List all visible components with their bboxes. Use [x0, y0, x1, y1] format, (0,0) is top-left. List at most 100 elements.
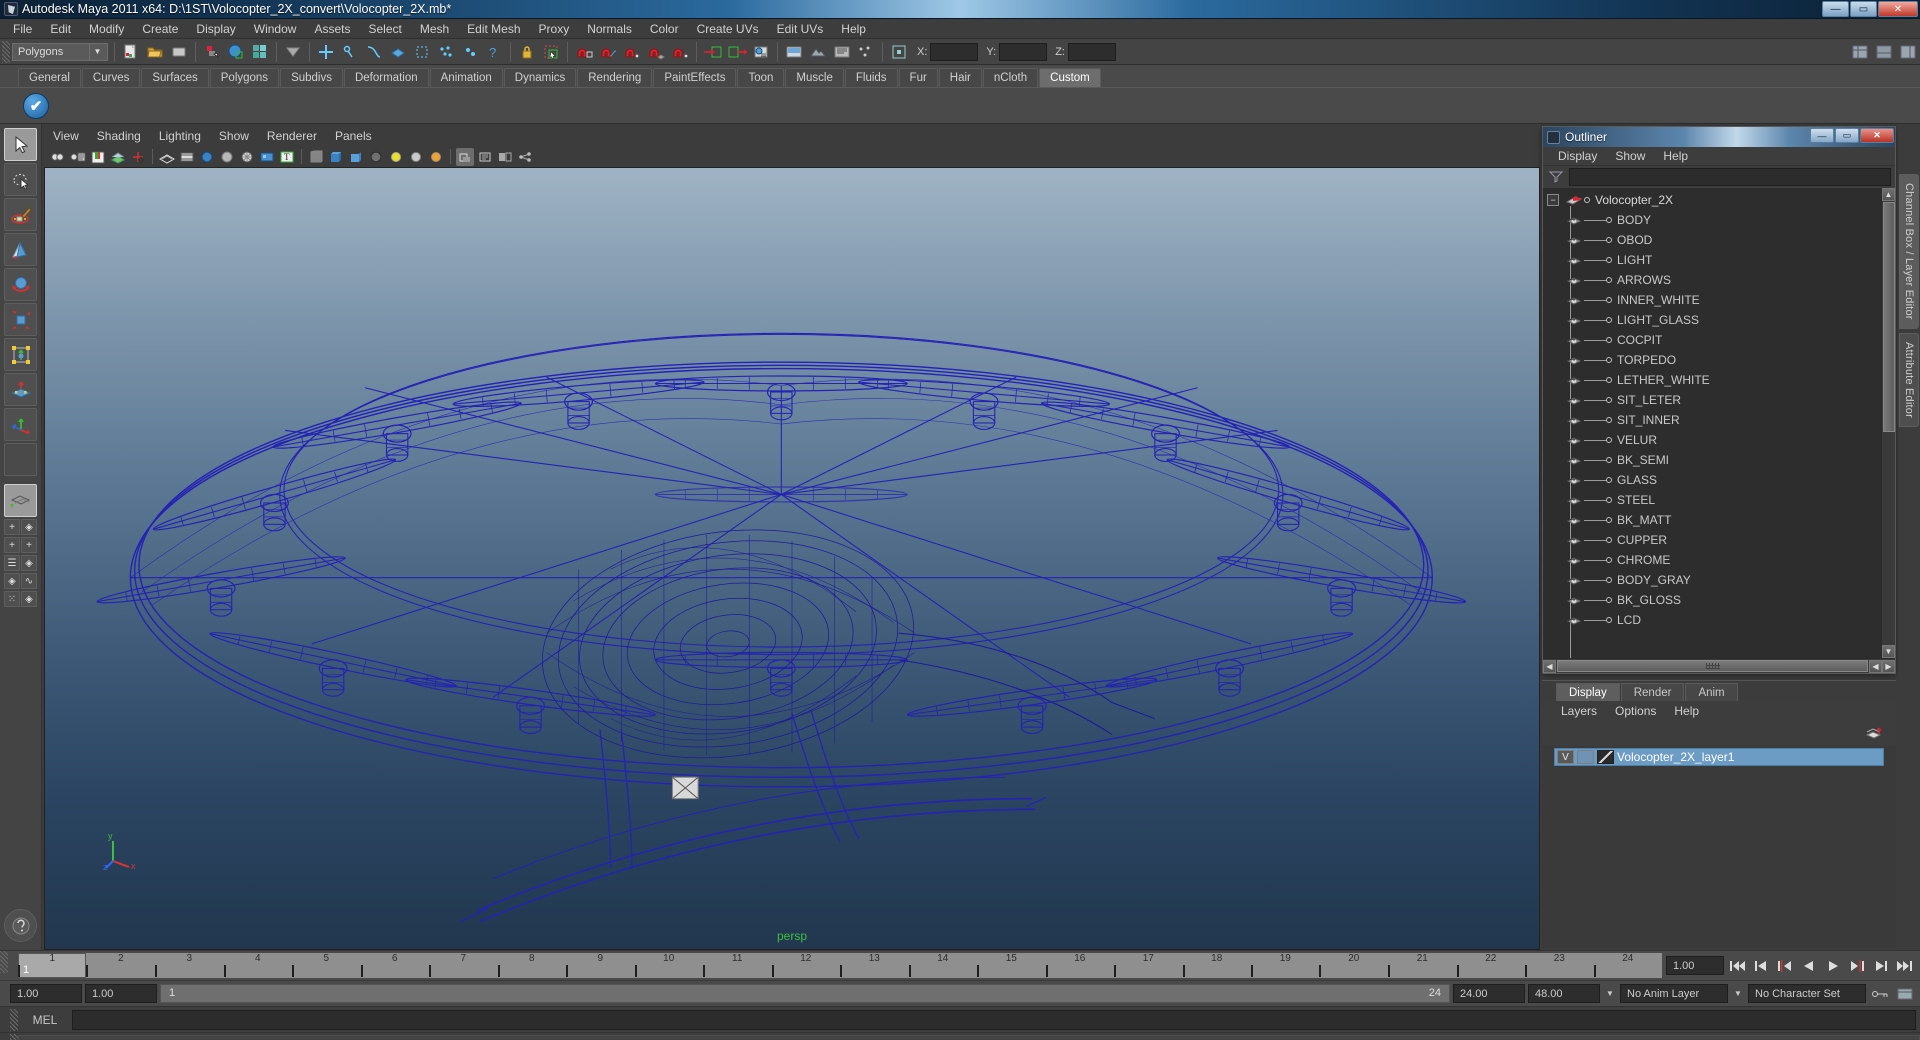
scroll-right-button[interactable]: ◀: [1869, 659, 1882, 673]
chevron-down-icon-2[interactable]: ▼: [1731, 984, 1745, 1003]
outliner-vertical-scrollbar[interactable]: ▲ ▼: [1881, 188, 1895, 658]
layer-menu-options[interactable]: Options: [1606, 704, 1665, 718]
layout-cell[interactable]: ⁙: [4, 591, 20, 607]
shelf-tab-hair[interactable]: Hair: [938, 68, 982, 87]
light-toggle-icon[interactable]: [387, 148, 405, 166]
layout-cell[interactable]: ◈: [4, 573, 20, 589]
hypershade-persp-layout[interactable]: ⁙ ◈: [4, 591, 37, 607]
character-set-field[interactable]: No Character Set: [1748, 984, 1866, 1003]
2d-pan-zoom-icon[interactable]: [129, 148, 147, 166]
x-coordinate-input[interactable]: [930, 42, 979, 61]
select-camera-icon[interactable]: [49, 148, 67, 166]
layer-editor-tab-anim[interactable]: Anim: [1685, 683, 1738, 701]
render-current-frame-icon[interactable]: [783, 41, 805, 63]
menu-item-proxy[interactable]: Proxy: [530, 19, 579, 39]
save-scene-icon[interactable]: [168, 41, 190, 63]
universal-manipulator-tool[interactable]: [4, 338, 37, 371]
select-by-hierarchy-icon[interactable]: [282, 41, 304, 63]
snap-view-plane-icon[interactable]: [645, 41, 667, 63]
outliner-window-controls[interactable]: — ▭ ✕: [1810, 128, 1894, 143]
shelf-tab-curves[interactable]: Curves: [81, 68, 141, 87]
new-scene-icon[interactable]: [120, 41, 142, 63]
range-slider[interactable]: 1 24: [160, 984, 1450, 1003]
y-coordinate-input[interactable]: [999, 42, 1048, 61]
scroll-left-button[interactable]: ◀: [1543, 659, 1556, 673]
four-view-layout[interactable]: + ◈: [4, 519, 37, 535]
shelf-tab-animation[interactable]: Animation: [429, 68, 503, 87]
filter-icon[interactable]: [1547, 169, 1565, 186]
range-end-field[interactable]: 24.00: [1453, 984, 1525, 1003]
perspective-viewport[interactable]: y x z persp: [44, 167, 1540, 950]
shelf-tab-rendering[interactable]: Rendering: [577, 68, 653, 87]
current-time-field[interactable]: 1.00: [1666, 956, 1724, 975]
shelf-tab-fur[interactable]: Fur: [898, 68, 938, 87]
time-ruler[interactable]: 1 1 2 3 4 5 6 7 8 9 10 11 12 13 14 15 16 17 18 19 20 21 22 23 2…: [18, 953, 1662, 978]
outliner-row[interactable]: LETHER_WHITE: [1543, 370, 1881, 390]
menu-item-modify[interactable]: Modify: [80, 19, 133, 39]
layout-cell[interactable]: ☰: [4, 555, 20, 571]
shadows-icon[interactable]: [456, 147, 474, 166]
select-handles-icon[interactable]: [315, 41, 337, 63]
high-quality-render-icon[interactable]: [347, 148, 365, 166]
layout-cell[interactable]: ◈: [21, 519, 37, 535]
play-forwards-button[interactable]: [1822, 956, 1844, 976]
toolbar-grip[interactable]: [2, 40, 10, 63]
outliner-row[interactable]: BK_MATT: [1543, 510, 1881, 530]
outliner-search-input[interactable]: [1569, 168, 1891, 186]
menu-item-mesh[interactable]: Mesh: [411, 19, 458, 39]
shelf-tab-toon[interactable]: Toon: [737, 68, 785, 87]
move-tool[interactable]: [4, 233, 37, 266]
outliner-row-root[interactable]: − Volocopter_2X: [1543, 190, 1881, 210]
show-attribute-editor-icon[interactable]: [1873, 41, 1895, 63]
layout-cell[interactable]: +: [4, 537, 20, 553]
viewport-menu-lighting[interactable]: Lighting: [150, 126, 210, 146]
step-forward-frame-button[interactable]: [1846, 956, 1868, 976]
rotate-tool[interactable]: [4, 268, 37, 301]
scroll-down-button[interactable]: ▼: [1882, 645, 1895, 658]
outliner-row[interactable]: BK_GLOSS: [1543, 590, 1881, 610]
layer-playback-toggle[interactable]: [1577, 750, 1594, 764]
command-line-grip[interactable]: [10, 1008, 18, 1031]
scroll-right-button-2[interactable]: ▶: [1882, 659, 1895, 673]
menu-item-color[interactable]: Color: [641, 19, 688, 39]
outliner-row[interactable]: BK_SEMI: [1543, 450, 1881, 470]
step-back-frame-button[interactable]: [1774, 956, 1796, 976]
viewport-menu-shading[interactable]: Shading: [88, 126, 150, 146]
animation-preferences-icon[interactable]: [1894, 984, 1916, 1004]
undo-icon[interactable]: [201, 41, 223, 63]
shelf-tab-dynamics[interactable]: Dynamics: [503, 68, 577, 87]
layout-cell[interactable]: ∿: [21, 573, 37, 589]
layer-editor-tab-render[interactable]: Render: [1620, 683, 1685, 701]
animation-end-time-field[interactable]: 48.00: [1528, 984, 1600, 1003]
animation-start-time-field[interactable]: 1.00: [10, 984, 82, 1003]
outliner-menu-help[interactable]: Help: [1654, 147, 1697, 166]
help-tool[interactable]: [4, 909, 37, 942]
render-settings-icon[interactable]: [831, 41, 853, 63]
textured-icon[interactable]: [258, 148, 276, 166]
hypershade-icon[interactable]: [855, 41, 877, 63]
ipr-render-icon[interactable]: [807, 41, 829, 63]
time-slider-grip[interactable]: [0, 951, 8, 973]
menu-item-create-uvs[interactable]: Create UVs: [688, 19, 768, 39]
outliner-row[interactable]: CUPPER: [1543, 530, 1881, 550]
menu-item-edit[interactable]: Edit: [41, 19, 80, 39]
auto-key-icon[interactable]: [1869, 984, 1891, 1004]
help-line-grip[interactable]: [10, 1033, 18, 1040]
shelf-tab-polygons[interactable]: Polygons: [209, 68, 280, 87]
shelf-tab-subdivs[interactable]: Subdivs: [280, 68, 343, 87]
outliner-maximize-button[interactable]: ▭: [1835, 128, 1859, 143]
maximize-button[interactable]: ▭: [1850, 1, 1877, 17]
select-joints-icon[interactable]: [339, 41, 361, 63]
tab-attribute-editor[interactable]: Attribute Editor: [1899, 332, 1919, 427]
range-start-field[interactable]: 1.00: [85, 984, 157, 1003]
select-curves-icon[interactable]: [363, 41, 385, 63]
outliner-row[interactable]: COCPIT: [1543, 330, 1881, 350]
coordinate-mode-icon[interactable]: [888, 41, 910, 63]
menu-item-edit-mesh[interactable]: Edit Mesh: [458, 19, 529, 39]
outliner-persp-layout[interactable]: ☰ ◈: [4, 555, 37, 571]
layout-cell[interactable]: ◈: [21, 555, 37, 571]
outliner-horizontal-scrollbar[interactable]: ◀ ◀ ▶: [1543, 658, 1895, 673]
outliner-menu-display[interactable]: Display: [1549, 147, 1606, 166]
z-coordinate-input[interactable]: [1067, 42, 1116, 61]
minimize-button[interactable]: —: [1822, 1, 1849, 17]
